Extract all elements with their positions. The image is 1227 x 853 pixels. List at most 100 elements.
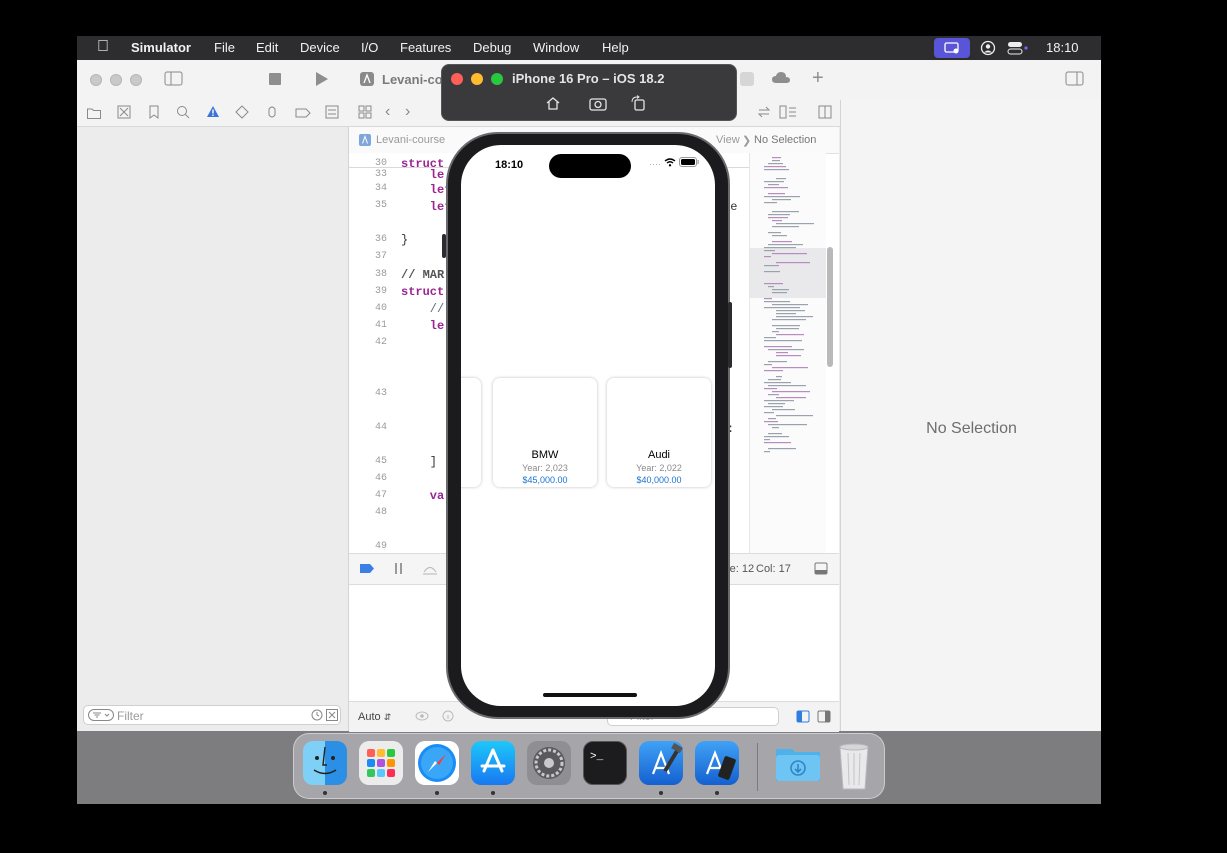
navigator-filter-field[interactable]: Filter <box>83 705 341 725</box>
code-line[interactable]: let <box>401 183 452 197</box>
xcode-icon[interactable] <box>639 741 683 785</box>
menu-debug[interactable]: Debug <box>473 40 511 55</box>
minimap[interactable] <box>749 153 826 553</box>
menu-app-name[interactable]: Simulator <box>131 40 191 55</box>
source-control-filter-icon[interactable] <box>326 709 338 724</box>
issue-warning-icon[interactable] <box>206 105 220 123</box>
window-minimize-button[interactable] <box>110 74 122 86</box>
minimap-code-line <box>776 376 782 378</box>
launchpad-tile <box>387 769 395 777</box>
run-icon[interactable] <box>315 71 329 92</box>
line-number: 46 <box>374 473 387 484</box>
launchpad-icon[interactable] <box>359 741 403 785</box>
menu-help[interactable]: Help <box>602 40 629 55</box>
editor-scrollbar[interactable] <box>827 247 833 367</box>
menu-window[interactable]: Window <box>533 40 579 55</box>
debug-navigator-icon[interactable] <box>265 105 279 124</box>
minimap-code-line <box>768 448 796 450</box>
code-line[interactable]: ] <box>401 455 437 469</box>
console-mode-select[interactable]: Auto ⇵ <box>358 711 391 723</box>
code-line[interactable]: le <box>401 319 444 333</box>
menu-device[interactable]: Device <box>300 40 340 55</box>
console-toggle-icon[interactable] <box>814 562 828 578</box>
screen-sharing-status-icon[interactable] <box>934 38 970 58</box>
navigator-toggle-icon[interactable] <box>164 71 184 92</box>
test-navigator-icon[interactable] <box>235 105 249 124</box>
pause-icon[interactable] <box>394 562 404 578</box>
minimap-code-line <box>764 337 776 339</box>
step-over-icon[interactable] <box>422 562 438 578</box>
folder-icon[interactable] <box>87 106 101 124</box>
forward-chevron-icon[interactable]: › <box>405 103 410 121</box>
code-line[interactable]: let <box>401 200 452 214</box>
window-zoom-button[interactable] <box>130 74 142 86</box>
breakpoint-navigator-icon[interactable] <box>295 106 311 124</box>
apple-menu-icon[interactable]:  <box>97 38 109 56</box>
minimap-visible-region[interactable] <box>750 248 826 298</box>
car-card[interactable]: BMW Year: 2,023 $45,000.00 <box>493 378 597 487</box>
filter-options-icon[interactable] <box>88 709 114 724</box>
editor-options-icon[interactable] <box>779 105 797 124</box>
jump-bar-selection[interactable]: No Selection <box>754 134 816 146</box>
code-line[interactable]: le <box>401 168 444 182</box>
menu-features[interactable]: Features <box>400 40 451 55</box>
inspector-toggle-icon[interactable] <box>1065 71 1085 92</box>
screenshot-icon[interactable] <box>589 96 607 116</box>
action-button[interactable] <box>442 234 446 258</box>
split-editor-icon[interactable] <box>818 105 832 124</box>
code-line[interactable]: struct <box>401 285 444 299</box>
bookmark-icon[interactable] <box>148 105 160 124</box>
menubar-clock[interactable]: 18:10 <box>1046 40 1079 55</box>
menu-io[interactable]: I/O <box>361 40 378 55</box>
trash-icon[interactable] <box>832 741 876 790</box>
report-navigator-icon[interactable] <box>325 105 339 124</box>
terminal-icon[interactable]: >_ <box>583 741 627 785</box>
simulator-window-titlebar[interactable]: iPhone 16 Pro – iOS 18.2 <box>441 64 737 121</box>
menu-edit[interactable]: Edit <box>256 40 278 55</box>
app-store-icon[interactable] <box>471 741 515 785</box>
jump-bar-symbol[interactable]: View <box>716 134 740 146</box>
control-center-icon[interactable] <box>1007 40 1029 59</box>
home-indicator[interactable] <box>543 693 637 697</box>
user-account-icon[interactable] <box>980 40 996 59</box>
sim-close-button[interactable] <box>451 73 463 85</box>
car-name: Audi <box>647 449 671 461</box>
add-icon[interactable]: + <box>812 67 824 90</box>
refresh-arrows-icon[interactable] <box>757 105 771 124</box>
code-line[interactable]: va <box>401 489 444 503</box>
minimap-code-line <box>764 442 791 444</box>
sim-minimize-button[interactable] <box>471 73 483 85</box>
system-settings-icon[interactable] <box>527 741 571 785</box>
variables-view-toggle-icon[interactable] <box>796 710 810 726</box>
info-icon[interactable] <box>442 710 454 725</box>
stop-icon[interactable] <box>269 73 281 85</box>
back-chevron-icon[interactable]: ‹ <box>385 103 390 121</box>
scheme-destination-chip[interactable] <box>740 72 754 86</box>
source-control-icon[interactable] <box>117 105 131 124</box>
downloads-folder-icon[interactable] <box>774 741 820 785</box>
menu-file[interactable]: File <box>214 40 235 55</box>
code-line[interactable]: // <box>401 302 444 316</box>
finder-icon[interactable] <box>303 741 347 785</box>
simulator-icon[interactable] <box>695 741 739 785</box>
code-line[interactable]: // MAR <box>401 268 444 282</box>
cloud-icon[interactable] <box>771 70 791 91</box>
minimap-preview <box>750 157 826 453</box>
eye-icon[interactable] <box>415 711 429 724</box>
scheme-label[interactable]: Levani-co <box>382 72 443 87</box>
related-items-icon[interactable] <box>358 105 372 124</box>
window-close-button[interactable] <box>90 74 102 86</box>
rotate-icon[interactable] <box>630 95 646 116</box>
side-button[interactable] <box>728 302 732 368</box>
home-icon[interactable] <box>545 96 561 116</box>
car-card-partial[interactable] <box>461 378 481 487</box>
console-view-toggle-icon[interactable] <box>817 710 831 726</box>
safari-icon[interactable] <box>415 741 459 785</box>
sim-zoom-button[interactable] <box>491 73 503 85</box>
car-card[interactable]: Audi Year: 2,022 $40,000.00 <box>607 378 711 487</box>
find-icon[interactable] <box>176 105 190 124</box>
code-line[interactable]: } <box>401 233 408 247</box>
recent-files-icon[interactable] <box>311 709 323 724</box>
jump-bar-project[interactable]: Levani-course <box>376 134 445 146</box>
breakpoints-toggle-icon[interactable] <box>359 563 375 577</box>
